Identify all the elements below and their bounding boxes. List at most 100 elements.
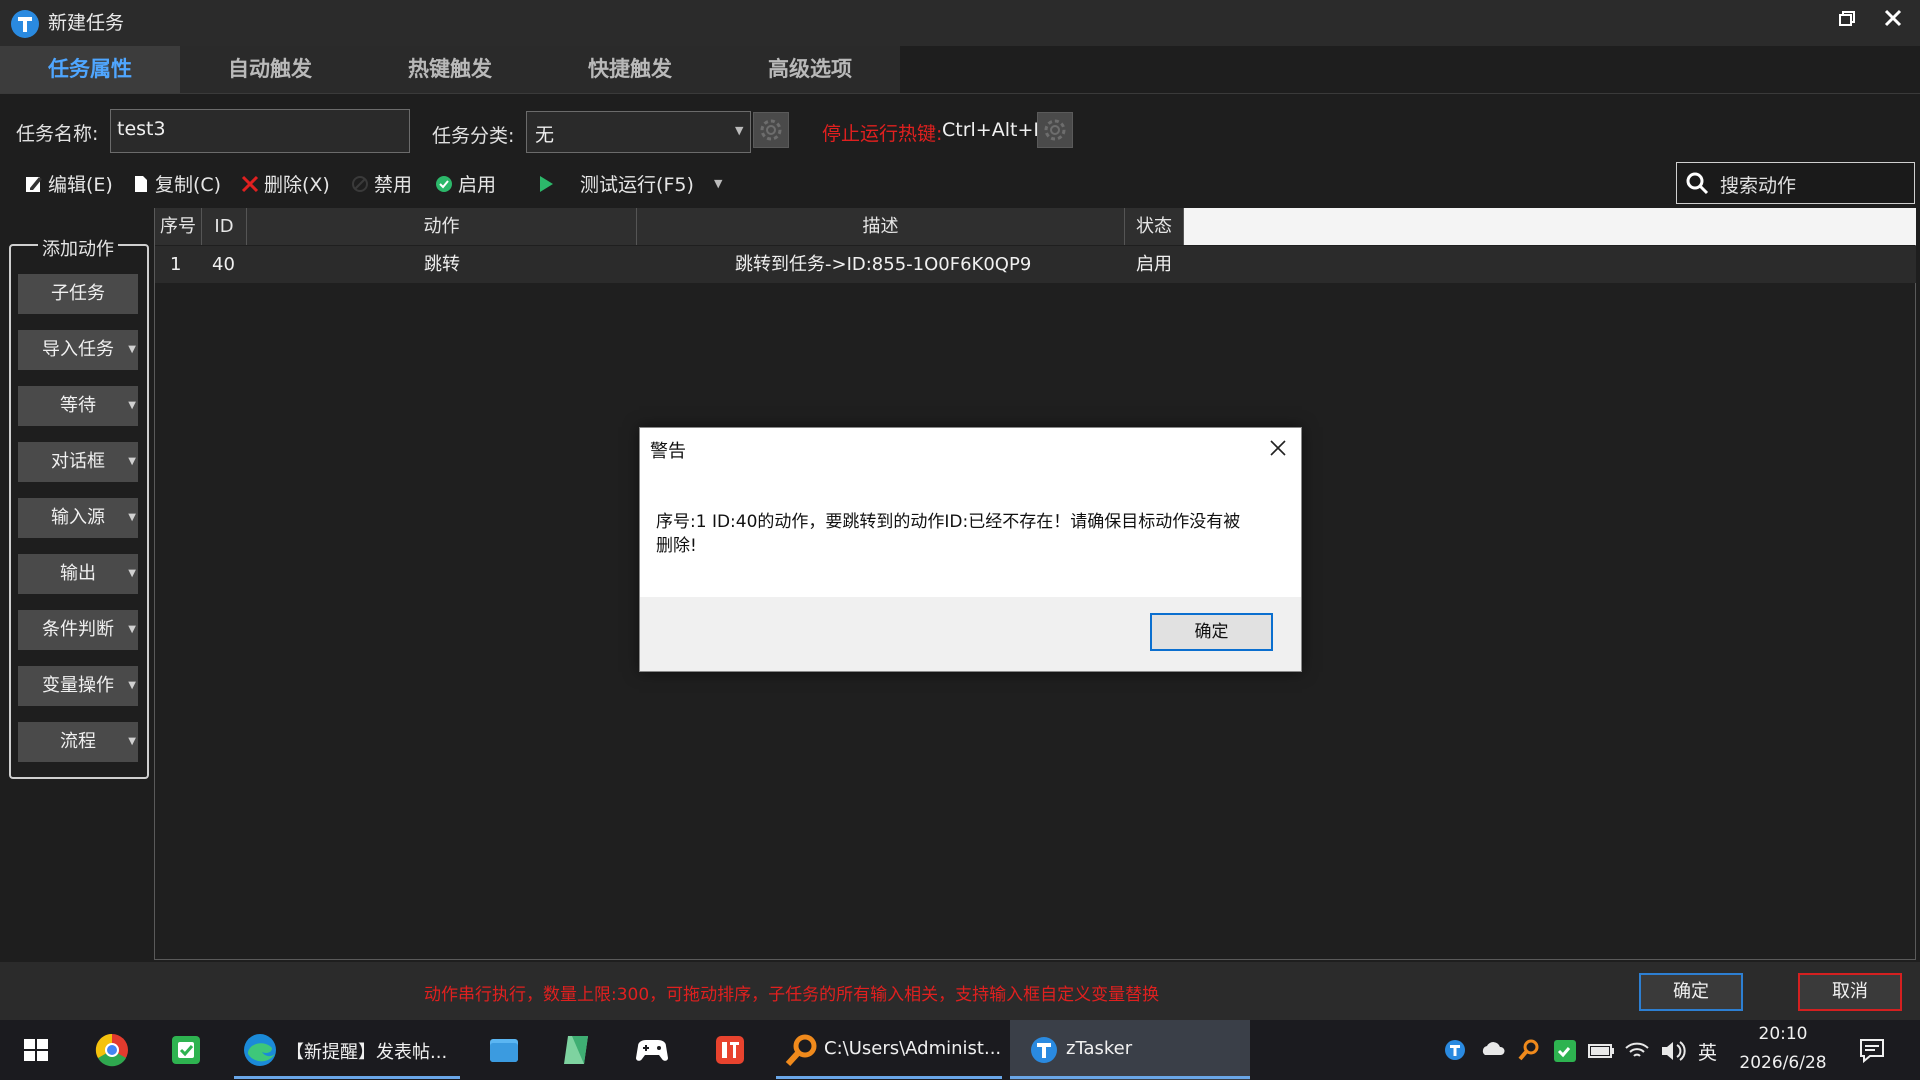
action-wait-label: 等待 — [60, 395, 96, 416]
gamepad-icon[interactable] — [632, 1030, 672, 1070]
delete-button[interactable]: 删除(X) — [240, 172, 330, 198]
action-dialog-button[interactable]: 对话框 ▼ — [18, 442, 138, 482]
test-run-dropdown-icon[interactable]: ▼ — [714, 177, 722, 190]
action-subtask-button[interactable]: 子任务 — [18, 274, 138, 314]
action-wait-button[interactable]: 等待 ▼ — [18, 386, 138, 426]
stop-hotkey-value: Ctrl+Alt+P — [942, 119, 1045, 141]
action-condition-label: 条件判断 — [42, 619, 114, 640]
taskbar-item-explorer-path[interactable]: C:\Users\Administ... — [824, 1038, 1001, 1059]
task-category-label: 任务分类: — [432, 125, 515, 147]
dialog-title: 警告 — [650, 441, 686, 462]
green-app-icon[interactable] — [166, 1030, 206, 1070]
table-header-filler — [1184, 208, 1916, 245]
enable-button[interactable]: 启用 — [434, 172, 496, 198]
dropdown-arrow-icon: ▼ — [128, 512, 136, 523]
dropdown-arrow-icon: ▼ — [128, 736, 136, 747]
col-header-action[interactable]: 动作 — [247, 208, 637, 245]
action-output-label: 输出 — [60, 563, 96, 584]
chrome-icon[interactable] — [92, 1030, 132, 1070]
ztasker-icon[interactable] — [1024, 1030, 1064, 1070]
tray-green-app-icon[interactable] — [1550, 1030, 1580, 1070]
col-header-status[interactable]: 状态 — [1125, 208, 1184, 245]
gear-icon — [760, 119, 782, 141]
disable-button[interactable]: 禁用 — [350, 172, 412, 198]
tab-quick-trigger[interactable]: 快捷触发 — [540, 46, 720, 93]
notification-icon[interactable] — [1852, 1030, 1892, 1070]
cancel-button[interactable]: 取消 — [1798, 973, 1902, 1011]
enable-label: 启用 — [458, 174, 497, 196]
tray-cloud-icon[interactable] — [1478, 1030, 1508, 1070]
tab-task-properties[interactable]: 任务属性 — [0, 46, 180, 93]
taskbar-clock-time[interactable]: 20:10 — [1738, 1024, 1828, 1044]
taskbar-clock-date[interactable]: 2026/6/28 — [1730, 1053, 1836, 1073]
search-everything-icon[interactable] — [782, 1030, 822, 1070]
taskbar-active-indicator — [776, 1076, 1002, 1079]
cell-description: 跳转到任务->ID:855-1O0F6K0QP9 — [735, 254, 1032, 275]
dropdown-arrow-icon: ▼ — [128, 624, 136, 635]
tab-advanced-options[interactable]: 高级选项 — [720, 46, 900, 93]
tray-network-icon[interactable] — [1622, 1030, 1652, 1070]
edit-button[interactable]: 编辑(E) — [24, 172, 113, 198]
category-settings-button[interactable] — [753, 112, 789, 148]
tray-search-icon[interactable] — [1514, 1030, 1544, 1070]
action-flow-button[interactable]: 流程 ▼ — [18, 722, 138, 762]
file-explorer-icon[interactable] — [484, 1030, 524, 1070]
taskbar-active-indicator — [1010, 1076, 1250, 1079]
dropdown-arrow-icon: ▼ — [128, 680, 136, 691]
table-row[interactable] — [155, 246, 1916, 283]
hotkey-settings-button[interactable] — [1037, 112, 1073, 148]
action-import-task-button[interactable]: 导入任务 ▼ — [18, 330, 138, 370]
search-icon — [1684, 170, 1710, 196]
test-run-button[interactable]: 测试运行(F5) — [536, 172, 694, 198]
disable-label: 禁用 — [374, 174, 413, 196]
col-header-description[interactable]: 描述 — [637, 208, 1125, 245]
action-flow-label: 流程 — [60, 731, 96, 752]
task-category-select[interactable]: 无 — [526, 111, 751, 153]
notebook-app-icon[interactable] — [558, 1030, 598, 1070]
tray-volume-icon[interactable] — [1658, 1030, 1688, 1070]
dropdown-arrow-icon: ▼ — [128, 568, 136, 579]
ztasker-logo-icon — [9, 8, 41, 40]
action-subtask-label: 子任务 — [51, 283, 105, 304]
bottom-hint: 动作串行执行，数量上限:300，可拖动排序，子任务的所有输入相关，支持输入框自定… — [424, 985, 1160, 1005]
close-button[interactable] — [1878, 8, 1908, 38]
col-header-seq[interactable]: 序号 — [155, 208, 202, 245]
window-title: 新建任务 — [48, 12, 125, 34]
taskbar-item-ztasker[interactable]: zTasker — [1066, 1038, 1132, 1059]
task-name-input[interactable]: test3 — [110, 109, 410, 153]
add-action-title: 添加动作 — [38, 235, 118, 261]
test-run-label: 测试运行(F5) — [580, 174, 694, 196]
taskbar-item-browser[interactable]: 【新提醒】发表帖... — [286, 1038, 447, 1064]
stop-hotkey-label: 停止运行热键: — [822, 123, 943, 145]
tray-ime-indicator[interactable]: 英 — [1698, 1038, 1717, 1065]
dropdown-arrow-icon: ▼ — [735, 124, 744, 137]
play-icon — [540, 176, 553, 192]
dialog-close-button[interactable] — [1266, 436, 1290, 460]
delete-icon — [241, 175, 259, 193]
cell-id: 40 — [212, 254, 235, 275]
tray-battery-icon[interactable] — [1586, 1030, 1616, 1070]
close-icon — [1884, 9, 1902, 27]
dropdown-arrow-icon: ▼ — [128, 344, 136, 355]
dialog-ok-button[interactable]: 确定 — [1150, 613, 1273, 651]
edge-icon[interactable] — [240, 1030, 280, 1070]
tray-ztasker-icon[interactable] — [1440, 1030, 1470, 1070]
copy-icon — [135, 176, 147, 192]
copy-label: 复制(C) — [155, 174, 222, 196]
windows-start-icon[interactable] — [16, 1030, 56, 1070]
restore-button[interactable] — [1832, 10, 1862, 36]
gear-icon — [1044, 119, 1066, 141]
listen-app-icon[interactable] — [710, 1030, 750, 1070]
copy-button[interactable]: 复制(C) — [131, 172, 221, 198]
delete-label: 删除(X) — [264, 174, 330, 196]
tab-auto-trigger[interactable]: 自动触发 — [180, 46, 360, 93]
action-condition-button[interactable]: 条件判断 ▼ — [18, 610, 138, 650]
disable-icon — [352, 176, 368, 192]
ok-button[interactable]: 确定 — [1639, 973, 1743, 1011]
tab-hotkey-trigger[interactable]: 热键触发 — [360, 46, 540, 93]
action-variable-button[interactable]: 变量操作 ▼ — [18, 666, 138, 706]
col-header-id[interactable]: ID — [202, 208, 247, 245]
action-output-button[interactable]: 输出 ▼ — [18, 554, 138, 594]
search-placeholder: 搜索动作 — [1720, 175, 1797, 197]
action-input-source-button[interactable]: 输入源 ▼ — [18, 498, 138, 538]
